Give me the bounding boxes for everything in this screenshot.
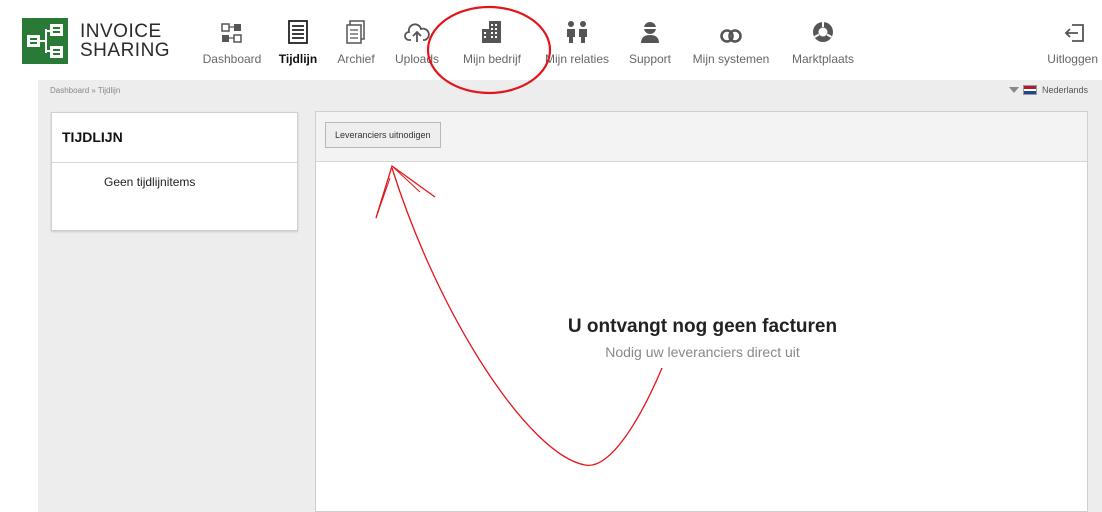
- marketplace-icon: [786, 18, 860, 44]
- nav-label: Mijn bedrijf: [462, 52, 522, 66]
- nav-archief[interactable]: Archief: [334, 18, 378, 66]
- timeline-empty-text: Geen tijdlijnitems: [104, 175, 196, 189]
- nav-mijn-systemen[interactable]: Mijn systemen: [688, 18, 774, 66]
- breadcrumb-dashboard-link[interactable]: Dashboard: [50, 86, 89, 95]
- nav-label: Archief: [337, 52, 375, 66]
- cloud-upload-icon: [392, 18, 442, 44]
- nav-support[interactable]: Support: [625, 18, 675, 66]
- timeline-panel: TIJDLIJN Geen tijdlijnitems: [51, 112, 298, 231]
- nav-mijn-bedrijf[interactable]: Mijn bedrijf: [456, 18, 528, 66]
- language-label: Nederlands: [1041, 85, 1088, 95]
- nav-mijn-relaties[interactable]: Mijn relaties: [538, 18, 616, 66]
- nav-label: Tijdlijn: [278, 52, 318, 66]
- nav-label: Uploads: [394, 52, 440, 66]
- invite-suppliers-button[interactable]: Leveranciers uitnodigen: [325, 122, 441, 148]
- chevron-down-icon: [1008, 87, 1019, 93]
- empty-state-subtitle: Nodig uw leveranciers direct uit: [605, 344, 800, 360]
- logo-line-2: SHARING: [80, 40, 171, 61]
- relations-icon: [538, 18, 616, 44]
- logout-icon: [1047, 18, 1098, 44]
- nav-label: Marktplaats: [791, 52, 855, 66]
- main-toolbar: Leveranciers uitnodigen: [316, 112, 1087, 162]
- nav-uploads[interactable]: Uploads: [392, 18, 442, 66]
- breadcrumb-current: Tijdlijn: [97, 86, 121, 95]
- nav-tijdlijn[interactable]: Tijdlijn: [276, 18, 320, 66]
- nav-label: Dashboard: [202, 52, 262, 66]
- logo-mark-icon: [22, 18, 68, 64]
- building-icon: [456, 18, 528, 44]
- timeline-title: TIJDLIJN: [52, 113, 297, 163]
- logo-wordmark: INVOICE SHARING: [80, 22, 170, 60]
- main-panel: Leveranciers uitnodigen U ontvangt nog g…: [315, 111, 1088, 512]
- flag-nl-icon: [1022, 85, 1037, 95]
- archive-icon: [334, 18, 378, 44]
- logo-line-1: INVOICE: [80, 21, 162, 42]
- breadcrumb-separator: »: [91, 86, 96, 95]
- nav-label: Mijn relaties: [544, 52, 610, 66]
- nav-label: Mijn systemen: [692, 52, 770, 66]
- nav-label: Support: [628, 52, 672, 66]
- logout-label: Uitloggen: [1047, 52, 1098, 66]
- nav-marktplaats[interactable]: Marktplaats: [786, 18, 860, 66]
- link-icon: [688, 18, 774, 44]
- empty-state-title: U ontvangt nog geen facturen: [567, 316, 838, 337]
- top-navigation-bar: INVOICE SHARING Dashboard Tijdlijn Archi…: [0, 0, 1102, 80]
- timeline-icon: [276, 18, 320, 44]
- support-icon: [625, 18, 675, 44]
- breadcrumb: Dashboard » Tijdlijn: [50, 86, 120, 95]
- nav-dashboard[interactable]: Dashboard: [200, 18, 264, 66]
- logout-button[interactable]: Uitloggen: [1047, 18, 1098, 66]
- language-selector[interactable]: Nederlands: [1008, 85, 1088, 95]
- app-logo[interactable]: INVOICE SHARING: [22, 18, 170, 64]
- dashboard-icon: [200, 18, 264, 44]
